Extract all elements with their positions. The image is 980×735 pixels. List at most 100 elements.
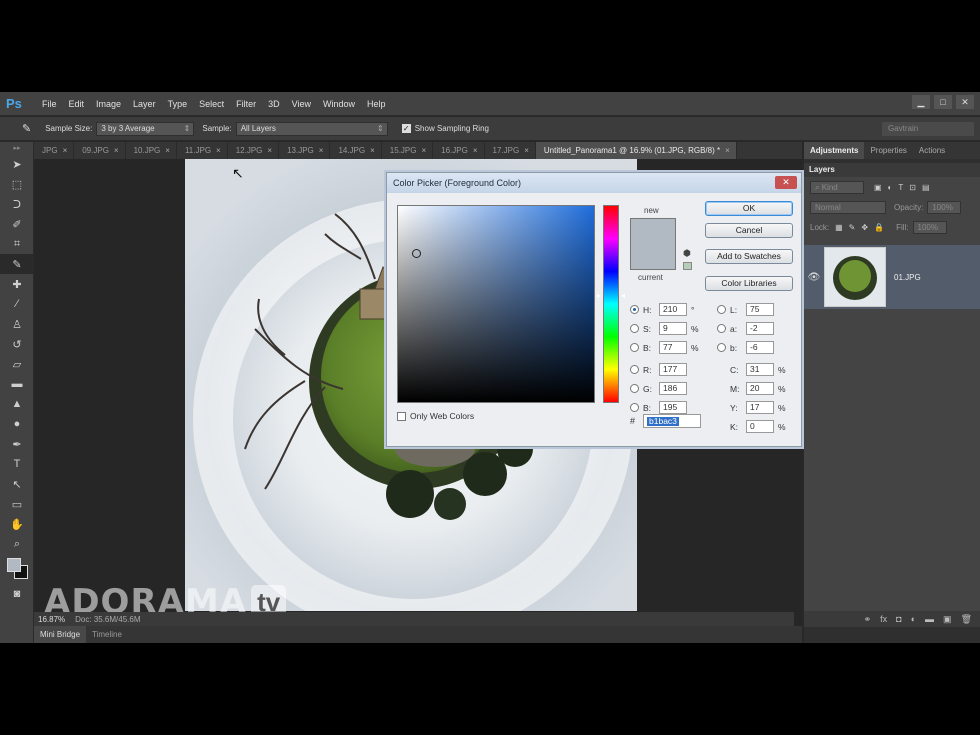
- lab-l-radio[interactable]: [717, 305, 726, 314]
- tab-adjustments[interactable]: Adjustments: [804, 142, 865, 159]
- crop-tool-icon[interactable]: ⌗: [0, 234, 34, 254]
- tab-doc-active[interactable]: Untitled_Panorama1 @ 16.9% (01.JPG, RGB/…: [535, 142, 737, 159]
- hand-tool-icon[interactable]: ✋: [0, 514, 34, 534]
- tab-doc-4[interactable]: 12.JPG ×: [228, 142, 280, 159]
- tab-mini-bridge[interactable]: Mini Bridge: [34, 626, 87, 643]
- close-icon[interactable]: ×: [165, 146, 170, 155]
- close-icon[interactable]: ×: [114, 146, 119, 155]
- saturation-radio[interactable]: [630, 324, 639, 333]
- close-icon[interactable]: ✕: [775, 176, 797, 189]
- menu-edit[interactable]: Edit: [63, 92, 91, 116]
- color-field-cursor[interactable]: [412, 249, 421, 258]
- lab-b-input[interactable]: -6: [746, 341, 774, 354]
- tab-doc-6[interactable]: 14.JPG ×: [330, 142, 382, 159]
- zoom-tool-icon[interactable]: ⌕: [0, 534, 34, 554]
- history-brush-icon[interactable]: ↺: [0, 334, 34, 354]
- close-icon[interactable]: ×: [267, 146, 272, 155]
- close-icon[interactable]: ×: [524, 146, 529, 155]
- adjustment-icon[interactable]: ◐: [911, 611, 916, 627]
- color-libraries-button[interactable]: Color Libraries: [705, 276, 793, 291]
- menu-3d[interactable]: 3D: [262, 92, 286, 116]
- cyan-input[interactable]: 31: [746, 363, 774, 376]
- close-icon[interactable]: ×: [421, 146, 426, 155]
- close-icon[interactable]: ×: [473, 146, 478, 155]
- menu-file[interactable]: File: [36, 92, 63, 116]
- menu-select[interactable]: Select: [193, 92, 230, 116]
- close-icon[interactable]: ×: [370, 146, 375, 155]
- saturation-input[interactable]: 9: [659, 322, 687, 335]
- tab-doc-1[interactable]: 09.JPG ×: [74, 142, 126, 159]
- move-tool-icon[interactable]: ➤: [0, 154, 34, 174]
- link-icon[interactable]: ⚭: [864, 611, 872, 627]
- green-input[interactable]: 186: [659, 382, 687, 395]
- lasso-tool-icon[interactable]: ᑐ: [0, 194, 34, 214]
- quick-select-tool-icon[interactable]: ✐: [0, 214, 34, 234]
- fx-icon[interactable]: fx: [880, 611, 887, 627]
- path-select-tool-icon[interactable]: ↖: [0, 474, 34, 494]
- lab-a-input[interactable]: -2: [746, 322, 774, 335]
- black-input[interactable]: 0: [746, 420, 774, 433]
- opacity-input[interactable]: 100%: [927, 200, 962, 214]
- new-layer-icon[interactable]: ▣: [943, 611, 952, 627]
- lab-l-input[interactable]: 75: [746, 303, 774, 316]
- only-web-colors[interactable]: Only Web Colors: [397, 411, 474, 421]
- tab-properties[interactable]: Properties: [864, 142, 912, 159]
- menu-type[interactable]: Type: [162, 92, 194, 116]
- hue-radio[interactable]: [630, 305, 639, 314]
- blue-input[interactable]: 195: [659, 401, 687, 414]
- mask-icon[interactable]: ◘: [896, 611, 901, 627]
- lab-b-radio[interactable]: [717, 343, 726, 352]
- menu-layer[interactable]: Layer: [127, 92, 162, 116]
- green-radio[interactable]: [630, 384, 639, 393]
- maximize-icon[interactable]: □: [934, 95, 952, 109]
- add-to-swatches-button[interactable]: Add to Swatches: [705, 249, 793, 264]
- yellow-input[interactable]: 17: [746, 401, 774, 414]
- dodge-tool-icon[interactable]: ●: [0, 414, 34, 434]
- tab-doc-0[interactable]: JPG ×: [34, 142, 75, 159]
- quick-mask-icon[interactable]: ◙: [0, 584, 34, 604]
- zoom-level[interactable]: 16.87%: [38, 615, 65, 624]
- eyedropper-tool-icon[interactable]: ✎: [0, 254, 34, 274]
- tab-doc-3[interactable]: 11.JPG ×: [177, 142, 228, 159]
- tab-doc-7[interactable]: 15.JPG ×: [382, 142, 434, 159]
- lock-icons[interactable]: ▦✎✥🔒: [835, 223, 890, 232]
- healing-tool-icon[interactable]: ✚: [0, 274, 34, 294]
- stamp-tool-icon[interactable]: ♙: [0, 314, 34, 334]
- workspace-select[interactable]: Gavtrain: [882, 122, 974, 136]
- cube-icon[interactable]: ⬢: [683, 248, 691, 259]
- tab-doc-2[interactable]: 10.JPG ×: [126, 142, 177, 159]
- layer-row[interactable]: 👁 01.JPG: [804, 245, 980, 309]
- red-input[interactable]: 177: [659, 363, 687, 376]
- sample-size-select[interactable]: 3 by 3 Average: [96, 121, 195, 136]
- tab-doc-9[interactable]: 17.JPG ×: [485, 142, 536, 159]
- blur-tool-icon[interactable]: ▲: [0, 394, 34, 414]
- tab-timeline[interactable]: Timeline: [86, 626, 128, 643]
- eyedropper-icon[interactable]: ✎: [22, 122, 31, 135]
- ok-button[interactable]: OK: [705, 201, 793, 216]
- tab-actions[interactable]: Actions: [913, 142, 951, 159]
- brightness-input[interactable]: 77: [659, 341, 687, 354]
- minimize-icon[interactable]: ▁: [912, 95, 930, 109]
- menu-image[interactable]: Image: [90, 92, 127, 116]
- magenta-input[interactable]: 20: [746, 382, 774, 395]
- close-icon[interactable]: ×: [63, 146, 68, 155]
- pen-tool-icon[interactable]: ✒: [0, 434, 34, 454]
- gradient-tool-icon[interactable]: ▬: [0, 374, 34, 394]
- layers-panel-title[interactable]: Layers: [804, 163, 980, 177]
- trash-icon[interactable]: 🗑: [961, 611, 972, 627]
- sample-select[interactable]: All Layers: [235, 121, 388, 136]
- brush-tool-icon[interactable]: ⁄: [0, 294, 34, 314]
- blue-radio[interactable]: [630, 403, 639, 412]
- kind-filter-select[interactable]: ⌕ Kind: [810, 180, 864, 194]
- brightness-radio[interactable]: [630, 343, 639, 352]
- red-radio[interactable]: [630, 365, 639, 374]
- shape-tool-icon[interactable]: ▭: [0, 494, 34, 514]
- web-safe-icon[interactable]: [683, 262, 692, 270]
- close-icon[interactable]: ×: [216, 146, 221, 155]
- hex-input[interactable]: b1bac3: [643, 414, 702, 428]
- marquee-tool-icon[interactable]: ⬚: [0, 174, 34, 194]
- menu-view[interactable]: View: [286, 92, 317, 116]
- menu-filter[interactable]: Filter: [230, 92, 262, 116]
- folder-icon[interactable]: ▬: [925, 611, 934, 627]
- close-icon[interactable]: ×: [725, 146, 730, 155]
